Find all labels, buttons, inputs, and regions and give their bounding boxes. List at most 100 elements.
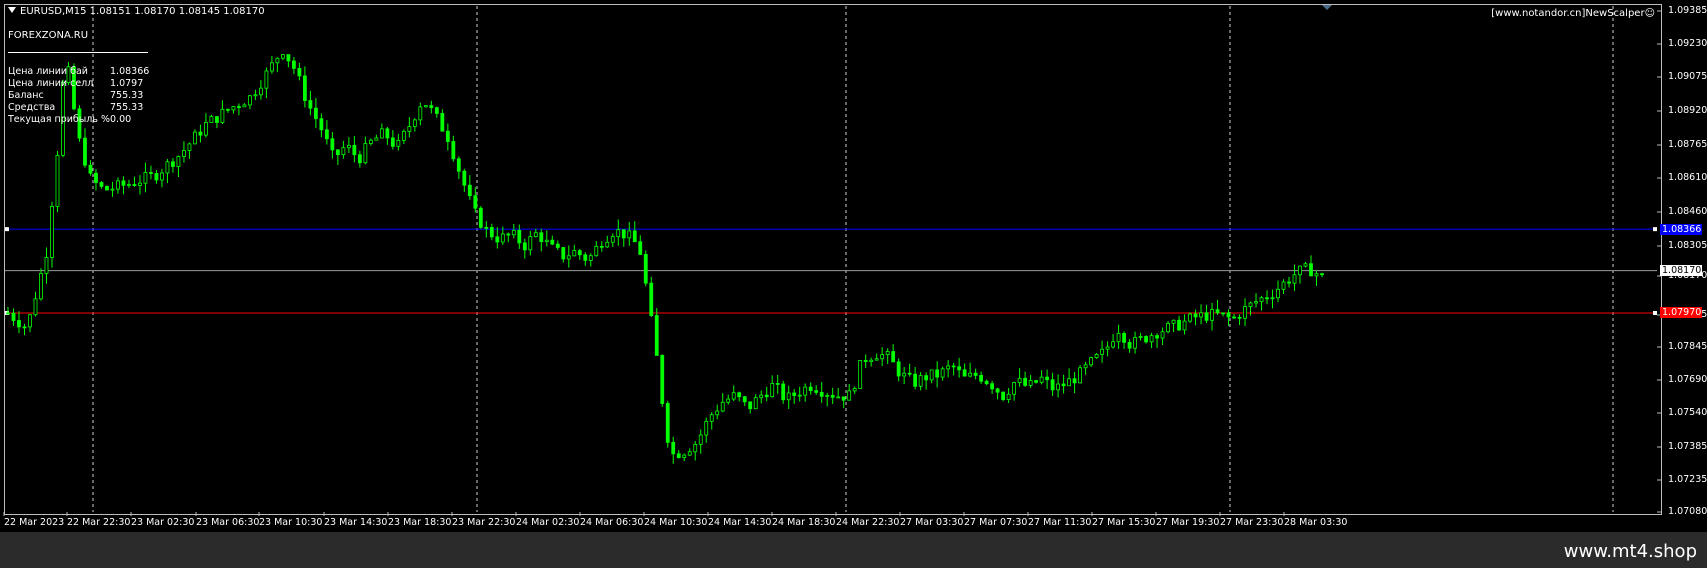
candle-body — [1017, 377, 1022, 383]
candle-body — [116, 180, 120, 190]
candle-body — [182, 150, 186, 157]
candle-body — [55, 154, 60, 207]
candle-body — [176, 156, 181, 167]
info-value: 755.33 — [110, 90, 144, 101]
info-row-profit: Текущая прибыль % 0.00 — [8, 114, 148, 126]
candle-body — [803, 386, 808, 396]
candle-body — [1215, 309, 1220, 314]
candle-body — [302, 75, 307, 101]
candle-body — [511, 229, 516, 236]
candle-body — [429, 105, 434, 109]
candle-body — [984, 380, 989, 385]
candle-body — [462, 170, 467, 186]
candle-body — [121, 180, 126, 186]
candle-body — [1100, 348, 1104, 355]
candle-body — [1144, 336, 1148, 343]
candle-body — [748, 401, 753, 410]
candle-body — [1199, 312, 1203, 318]
candle-body — [1166, 322, 1170, 333]
candle-body — [291, 60, 296, 69]
candle-body — [467, 184, 472, 197]
info-value: 755.33 — [110, 102, 144, 113]
candle-body — [1028, 380, 1033, 386]
candle-body — [995, 388, 1000, 393]
candle-body — [918, 375, 923, 387]
time-tick-label: 24 Mar 10:30 — [644, 517, 708, 528]
candle-body — [533, 232, 538, 237]
candle-body — [990, 383, 995, 390]
candle-body — [396, 139, 401, 147]
candle-body — [687, 451, 692, 456]
candle-body — [269, 62, 274, 72]
dropdown-triangle-icon[interactable] — [8, 7, 16, 13]
candle-body — [330, 138, 335, 151]
candle-body — [660, 355, 665, 404]
info-brand: FOREXZONA.RU — [8, 30, 89, 41]
candle-body — [764, 394, 769, 398]
candle-body — [39, 273, 43, 300]
candle-body — [742, 396, 747, 403]
candle-body — [11, 312, 16, 321]
candle-body — [863, 360, 868, 362]
candle-body — [171, 161, 175, 167]
candle-body — [1309, 263, 1313, 277]
candle-body — [489, 227, 494, 238]
info-label: Цена линии селл — [8, 78, 94, 89]
candle-body — [17, 320, 21, 328]
time-tick-label: 23 Mar 14:30 — [324, 517, 388, 528]
candle-body — [1177, 319, 1181, 331]
candle-body — [1122, 332, 1126, 343]
price-tick-label: 1.07845 — [1668, 341, 1707, 352]
candle-body — [368, 139, 373, 144]
candle-body — [517, 229, 522, 244]
candle-body — [50, 205, 54, 258]
candle-body — [825, 395, 830, 397]
candle-body — [561, 247, 566, 260]
candle-body — [891, 351, 896, 363]
candle-body — [588, 255, 593, 261]
price-chart[interactable] — [0, 0, 1707, 532]
expert-advisor-label[interactable]: [www.notandor.cn]NewScalper☺ — [1491, 8, 1655, 20]
candle-body — [6, 312, 10, 315]
price-tick-label: 1.08305 — [1668, 240, 1707, 251]
info-row-buy-line: Цена линии бай 1.08366 — [8, 66, 150, 78]
candle-body — [127, 184, 131, 186]
candle-body — [33, 298, 38, 316]
candle-body — [407, 126, 412, 132]
candle-body — [335, 149, 340, 156]
candle-body — [1314, 273, 1319, 277]
footer-watermark: www.mt4.shop — [1563, 541, 1697, 562]
candle-body — [297, 67, 302, 77]
candle-body — [599, 245, 604, 248]
candle-body — [1188, 313, 1192, 322]
candle-body — [1265, 297, 1269, 300]
candle-body — [99, 182, 104, 187]
time-tick-label: 27 Mar 19:30 — [1156, 517, 1220, 528]
symbol-header[interactable]: EURUSD,M15 1.08151 1.08170 1.08145 1.081… — [8, 6, 265, 18]
candle-body — [616, 229, 621, 238]
candle-body — [1298, 265, 1302, 276]
candle-body — [1303, 263, 1308, 267]
time-tick-label: 24 Mar 06:30 — [580, 517, 644, 528]
candle-body — [704, 420, 709, 436]
candle-body — [401, 130, 406, 141]
candle-body — [138, 182, 142, 186]
candle-body — [434, 107, 439, 114]
candle-body — [154, 173, 159, 181]
candle-body — [412, 119, 417, 127]
candle-body — [1078, 367, 1082, 384]
candle-body — [149, 172, 153, 174]
candle-body — [885, 351, 890, 356]
info-label: Средства — [8, 102, 56, 113]
candle-body — [1160, 331, 1165, 339]
candle-body — [775, 383, 780, 385]
candle-body — [649, 282, 654, 316]
candle-body — [418, 106, 423, 121]
info-value: 1.08366 — [110, 66, 150, 77]
price-tick-label: 1.08920 — [1668, 105, 1707, 116]
info-value: 0.00 — [110, 114, 132, 125]
candle-body — [198, 131, 203, 136]
candle-body — [847, 390, 852, 401]
candle-body — [1050, 379, 1055, 391]
candle-body — [324, 129, 329, 140]
